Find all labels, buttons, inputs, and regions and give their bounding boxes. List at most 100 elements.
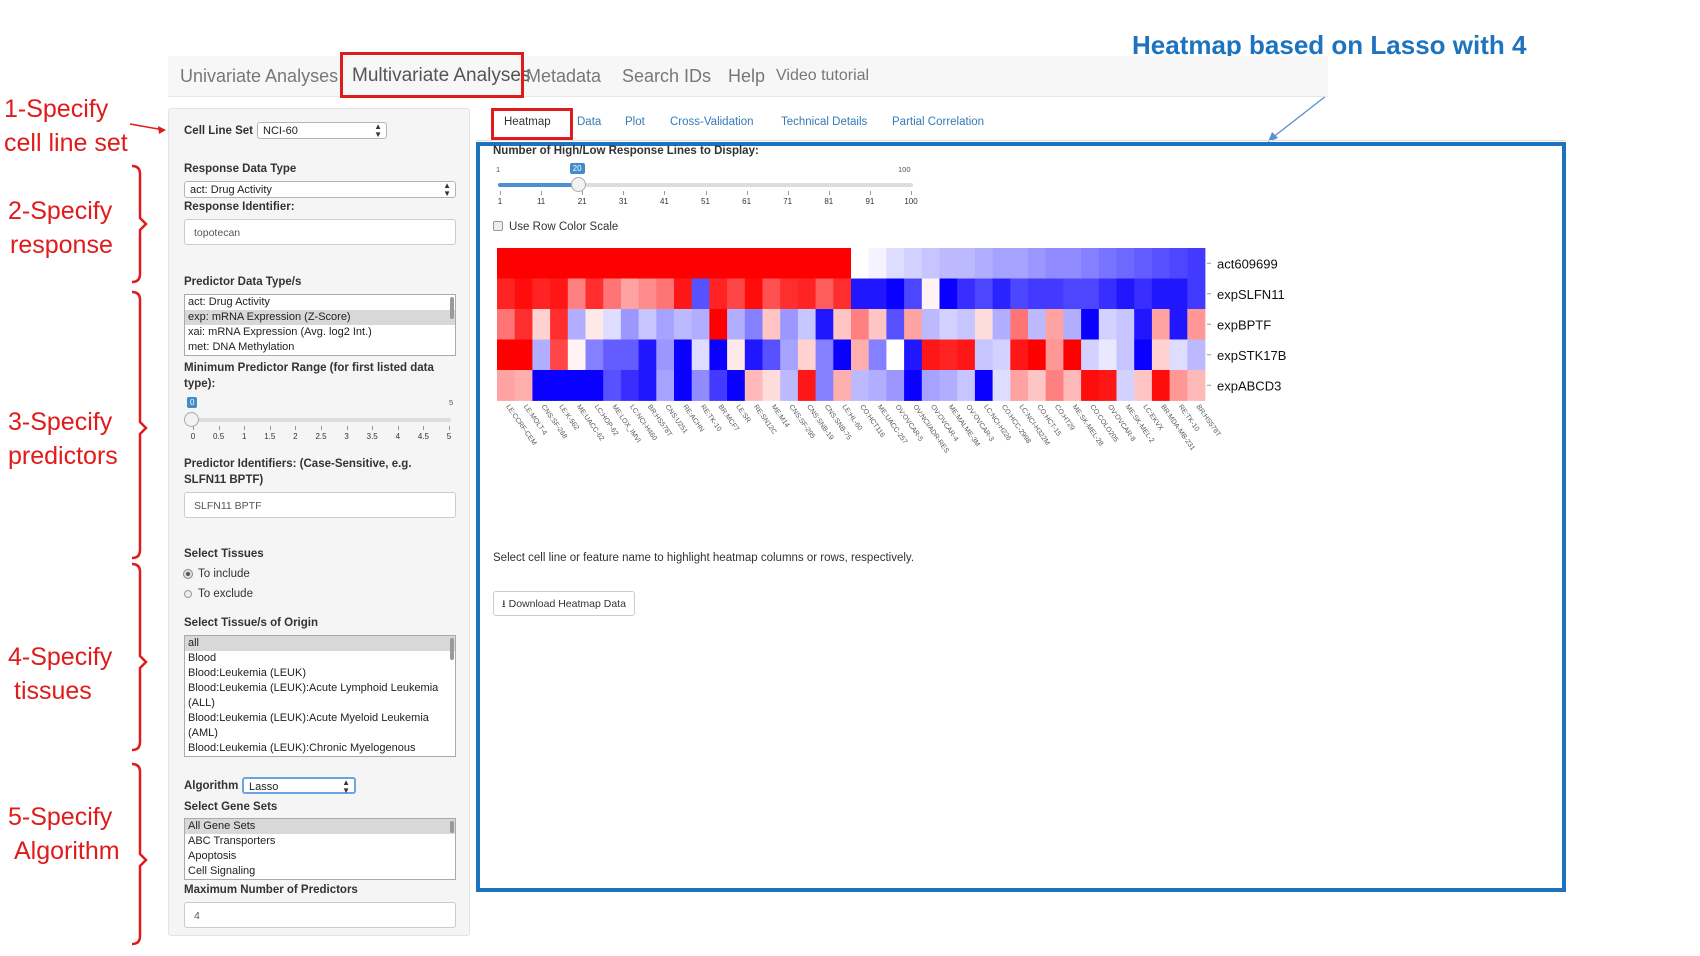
download-heatmap-button[interactable]: ⭳ Download Heatmap Data (493, 591, 635, 616)
heatmap-cell[interactable] (780, 370, 799, 401)
predictor-ids-input[interactable]: SLFN11 BPTF (184, 492, 456, 518)
tab-plot[interactable]: Plot (625, 116, 645, 128)
heatmap-cell[interactable] (921, 370, 940, 401)
predictor-type-option[interactable]: act: Drug Activity (185, 295, 455, 310)
heatmap-cell[interactable] (939, 248, 958, 279)
heatmap-cell[interactable] (904, 248, 923, 279)
heatmap-cell[interactable] (603, 370, 622, 401)
heatmap-cell[interactable] (567, 309, 586, 340)
heatmap-cell[interactable] (691, 278, 710, 310)
heatmap-cell[interactable] (868, 339, 887, 371)
heatmap-cell[interactable] (1063, 309, 1082, 340)
heatmap-cell[interactable] (904, 309, 923, 340)
heatmap-cell[interactable] (1063, 278, 1082, 310)
heatmap-cell[interactable] (1187, 309, 1206, 340)
heatmap-cell[interactable] (1028, 370, 1047, 401)
heatmap-cell[interactable] (1169, 339, 1188, 371)
heatmap-cell[interactable] (620, 339, 639, 371)
heatmap-cell[interactable] (974, 370, 993, 401)
heatmap-cell[interactable] (780, 248, 799, 279)
gene-set-option[interactable]: All Gene Sets (185, 819, 455, 834)
heatmap-cell[interactable] (638, 339, 657, 371)
heatmap-cell[interactable] (974, 339, 993, 371)
response-identifier-input[interactable]: topotecan (184, 219, 456, 245)
heatmap-cell[interactable] (833, 370, 852, 401)
heatmap-cell[interactable] (727, 278, 746, 310)
heatmap-row-label[interactable]: expSLFN11 (1217, 287, 1285, 302)
heatmap-cell[interactable] (514, 248, 533, 279)
heatmap-cell[interactable] (567, 248, 586, 279)
heatmap-cell[interactable] (957, 248, 976, 279)
heatmap-cell[interactable] (1063, 339, 1082, 371)
nav-metadata[interactable]: Metadata (526, 56, 601, 96)
tab-technical-details[interactable]: Technical Details (781, 116, 867, 128)
heatmap-cell[interactable] (585, 278, 604, 310)
heatmap-cell[interactable] (921, 309, 940, 340)
heatmap-cell[interactable] (585, 370, 604, 401)
heatmap-cell[interactable] (1098, 309, 1117, 340)
heatmap-cell[interactable] (1187, 248, 1206, 279)
heatmap-cell[interactable] (656, 248, 675, 279)
heatmap-cell[interactable] (1169, 278, 1188, 310)
heatmap-cell[interactable] (957, 370, 976, 401)
heatmap-cell[interactable] (585, 309, 604, 340)
heatmap-cell[interactable] (851, 370, 870, 401)
heatmap-cell[interactable] (833, 248, 852, 279)
heatmap-cell[interactable] (709, 278, 728, 310)
heatmap-cell[interactable] (620, 248, 639, 279)
heatmap-cell[interactable] (939, 278, 958, 310)
predictor-type-option[interactable]: exp: mRNA Expression (Z-Score) (185, 310, 455, 325)
heatmap-cell[interactable] (833, 278, 852, 310)
heatmap-cell[interactable] (815, 278, 834, 310)
heatmap-chart[interactable]: act609699 expSLFN11 expBPTF expSTK17B expABC… (490, 240, 1290, 480)
heatmap-cell[interactable] (550, 309, 569, 340)
heatmap-cell[interactable] (497, 309, 516, 340)
heatmap-cell[interactable] (727, 339, 746, 371)
heatmap-cell[interactable] (514, 339, 533, 371)
heatmap-cell[interactable] (1028, 339, 1047, 371)
heatmap-cell[interactable] (1098, 248, 1117, 279)
heatmap-cell[interactable] (851, 248, 870, 279)
heatmap-cell[interactable] (974, 309, 993, 340)
heatmap-cell[interactable] (744, 309, 763, 340)
heatmap-cell[interactable] (1134, 278, 1153, 310)
heatmap-cell[interactable] (762, 309, 781, 340)
heatmap-cell[interactable] (674, 248, 693, 279)
heatmap-cell[interactable] (585, 248, 604, 279)
heatmap-cell[interactable] (957, 309, 976, 340)
heatmap-cell[interactable] (656, 309, 675, 340)
heatmap-row-label[interactable]: expBPTF (1217, 317, 1271, 332)
heatmap-cell[interactable] (1116, 248, 1135, 279)
heatmap-cell[interactable] (762, 370, 781, 401)
max-predictors-input[interactable]: 4 (184, 902, 456, 928)
heatmap-cell[interactable] (1134, 309, 1153, 340)
heatmap-cell[interactable] (904, 339, 923, 371)
heatmap-cell[interactable] (656, 278, 675, 310)
tissue-option[interactable]: Blood (185, 651, 455, 666)
heatmap-cell[interactable] (1045, 248, 1064, 279)
heatmap-cell[interactable] (780, 278, 799, 310)
scrollbar[interactable] (450, 297, 454, 319)
heatmap-cell[interactable] (497, 370, 516, 401)
slider-handle[interactable] (570, 177, 586, 192)
heatmap-cell[interactable] (1098, 339, 1117, 371)
nav-search-ids[interactable]: Search IDs (622, 56, 711, 96)
heatmap-cell[interactable] (603, 339, 622, 371)
heatmap-cell[interactable] (1010, 309, 1029, 340)
heatmap-cell[interactable] (780, 339, 799, 371)
heatmap-cell[interactable] (514, 370, 533, 401)
heatmap-cell[interactable] (921, 248, 940, 279)
heatmap-cell[interactable] (674, 339, 693, 371)
heatmap-cell[interactable] (550, 339, 569, 371)
heatmap-cell[interactable] (550, 370, 569, 401)
heatmap-cell[interactable] (1116, 309, 1135, 340)
heatmap-cell[interactable] (1098, 370, 1117, 401)
scrollbar[interactable] (450, 638, 454, 660)
heatmap-cell[interactable] (1134, 370, 1153, 401)
heatmap-cell[interactable] (797, 370, 816, 401)
gene-set-option[interactable]: ABC Transporters (185, 834, 455, 849)
heatmap-cell[interactable] (727, 309, 746, 340)
heatmap-cell[interactable] (727, 370, 746, 401)
slider-track[interactable] (191, 418, 451, 422)
heatmap-cell[interactable] (815, 248, 834, 279)
